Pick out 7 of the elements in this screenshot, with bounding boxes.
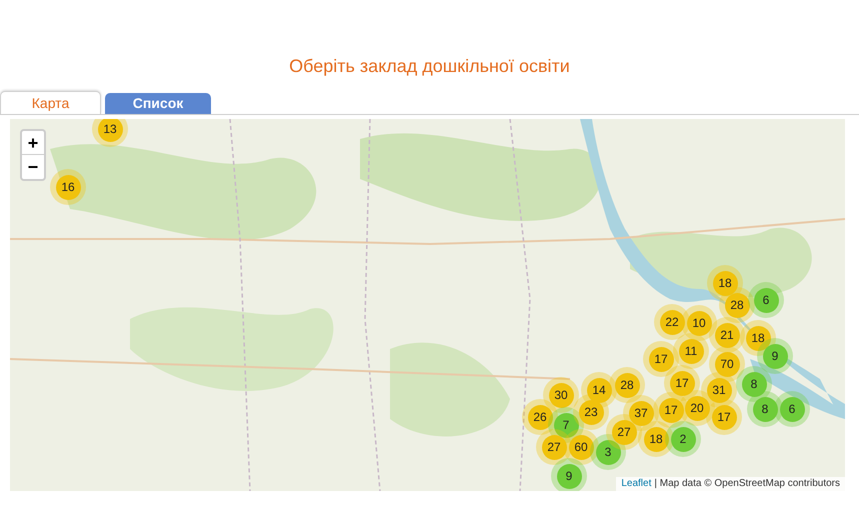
page-title: Оберіть заклад дошкільної освіти xyxy=(288,55,571,78)
leaflet-link[interactable]: Leaflet xyxy=(621,477,652,491)
attribution-text: | Map data © OpenStreetMap contributors xyxy=(654,477,840,491)
zoom-in-button[interactable]: + xyxy=(22,131,44,155)
zoom-out-button[interactable]: − xyxy=(22,155,44,179)
map[interactable]: 13 16 18 28 6 22 10 21 18 17 11 70 9 30 14 28 17 31 8 26 7 23 37 17 20 17 8 6 27 60 3 27 18 2 9 + − Leaflet | Map data © OpenStreetMap contributors xyxy=(10,119,845,491)
tab[interactable]: Список xyxy=(105,93,211,114)
